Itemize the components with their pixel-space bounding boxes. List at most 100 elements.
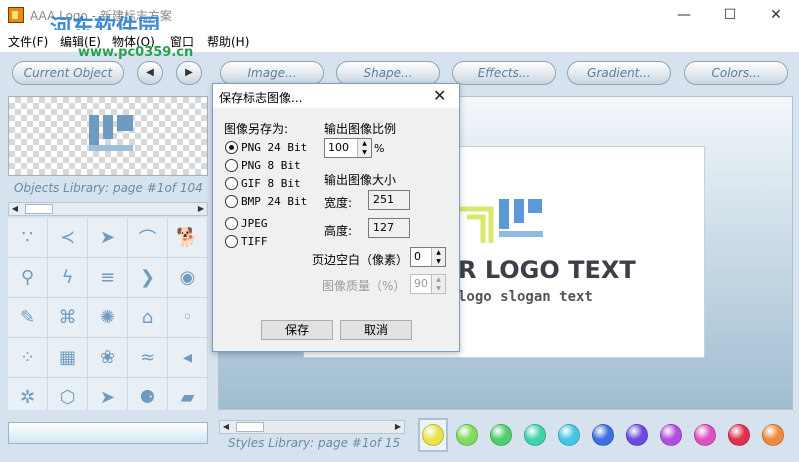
- color-swatch[interactable]: [592, 424, 614, 446]
- scroll-thumb[interactable]: [25, 204, 53, 214]
- app-icon: [8, 7, 24, 23]
- objects-scrollbar[interactable]: ◀ ▶: [8, 202, 208, 216]
- save-as-label: 图像另存为:: [224, 122, 289, 136]
- format-radio-jpeg[interactable]: [225, 217, 238, 230]
- styles-scroll-thumb[interactable]: [236, 422, 264, 432]
- prev-object-button[interactable]: ◀: [137, 61, 163, 85]
- logo-text: R LOGO TEXT: [458, 256, 636, 284]
- close-window-button[interactable]: ✕: [753, 0, 799, 30]
- shape-item[interactable]: ◂: [168, 338, 208, 378]
- ratio-value: 100: [328, 141, 349, 154]
- menu-help[interactable]: 帮助(H): [207, 33, 249, 50]
- image-tab-button[interactable]: Image...: [220, 61, 324, 85]
- color-swatch[interactable]: [762, 424, 784, 446]
- shape-item[interactable]: ⌘: [48, 298, 88, 338]
- ratio-unit: %: [374, 142, 385, 155]
- color-swatch[interactable]: [558, 424, 580, 446]
- next-object-button[interactable]: ▶: [176, 61, 202, 85]
- shape-item[interactable]: 🐕: [168, 218, 208, 258]
- format-radio-png8[interactable]: [225, 159, 238, 172]
- cancel-button[interactable]: 取消: [340, 320, 412, 340]
- format-label: PNG 24 Bit: [241, 141, 308, 154]
- format-label: BMP 24 Bit: [241, 195, 308, 208]
- color-swatch[interactable]: [422, 424, 444, 446]
- format-label: TIFF: [241, 235, 268, 248]
- shape-grid: ∵ ≺ ➤ ⌒ 🐕 ⚲ ϟ ≡ ❯ ◉ ✎ ⌘ ✺ ⌂ ◦ ⁘ ▦ ❀ ≈ ◂ …: [8, 218, 208, 410]
- shape-item[interactable]: ✎: [8, 298, 48, 338]
- color-swatch[interactable]: [456, 424, 478, 446]
- dialog-title-bar: 保存标志图像... ✕: [213, 84, 459, 108]
- shape-item[interactable]: ≡: [88, 258, 128, 298]
- width-field: 251: [368, 190, 410, 210]
- maximize-button[interactable]: ☐: [707, 0, 753, 30]
- width-label: 宽度:: [324, 196, 353, 210]
- color-swatch[interactable]: [524, 424, 546, 446]
- minimize-button[interactable]: —: [661, 0, 707, 30]
- shape-item[interactable]: ⁘: [8, 338, 48, 378]
- shape-item[interactable]: ❯: [128, 258, 168, 298]
- quality-label: 图像质量（%）: [322, 279, 406, 293]
- shape-item[interactable]: ▰: [168, 378, 208, 410]
- color-swatch[interactable]: [694, 424, 716, 446]
- size-label: 输出图像大小: [324, 173, 397, 187]
- shape-item[interactable]: ⌂: [128, 298, 168, 338]
- menu-file[interactable]: 文件(F): [8, 33, 48, 50]
- color-swatch[interactable]: [660, 424, 682, 446]
- effects-tab-button[interactable]: Effects...: [452, 61, 556, 85]
- color-swatch[interactable]: [728, 424, 750, 446]
- objects-library-label: Objects Library: page #1of 104: [14, 181, 203, 195]
- save-button[interactable]: 保存: [261, 320, 333, 340]
- shape-item[interactable]: ➤: [88, 378, 128, 410]
- scroll-right-arrow[interactable]: ▶: [195, 203, 207, 215]
- save-image-dialog: 保存标志图像... ✕ 图像另存为: PNG 24 Bit PNG 8 Bit …: [212, 83, 460, 352]
- margin-label: 页边空白（像素）: [312, 253, 409, 267]
- dialog-close-button[interactable]: ✕: [433, 86, 446, 105]
- colors-tab-button[interactable]: Colors...: [684, 61, 788, 85]
- format-radio-bmp24[interactable]: [225, 195, 238, 208]
- spinner-arrows-icon[interactable]: ▲ ▼: [431, 248, 445, 266]
- current-object-button[interactable]: Current Object: [12, 61, 124, 85]
- shape-tab-button[interactable]: Shape...: [336, 61, 440, 85]
- styles-scroll-left-arrow[interactable]: ◀: [220, 421, 232, 433]
- shape-item[interactable]: ◉: [168, 258, 208, 298]
- title-bar: AAA Logo - 新建标志方案 河东软件园 — ☐ ✕: [0, 0, 799, 41]
- format-label: GIF 8 Bit: [241, 177, 301, 190]
- styles-library-label: Styles Library: page #1of 15: [228, 436, 401, 450]
- shape-item[interactable]: ϟ: [48, 258, 88, 298]
- shape-item[interactable]: ✺: [88, 298, 128, 338]
- color-swatch[interactable]: [490, 424, 512, 446]
- color-swatch[interactable]: [626, 424, 648, 446]
- style-preview: [8, 422, 208, 444]
- format-radio-tiff[interactable]: [225, 235, 238, 248]
- ratio-label: 输出图像比例: [324, 122, 397, 136]
- shape-item[interactable]: ⬡: [48, 378, 88, 410]
- object-preview: [8, 96, 208, 176]
- shape-item[interactable]: ✲: [8, 378, 48, 410]
- spinner-arrows-icon[interactable]: ▲ ▼: [357, 139, 371, 157]
- format-label: JPEG: [241, 217, 268, 230]
- shape-item[interactable]: ⚈: [128, 378, 168, 410]
- format-radio-gif8[interactable]: [225, 177, 238, 190]
- styles-scroll-right-arrow[interactable]: ▶: [392, 421, 404, 433]
- format-radio-png24[interactable]: [225, 141, 238, 154]
- ratio-spinner[interactable]: 100 ▲ ▼: [324, 138, 372, 158]
- styles-scrollbar[interactable]: ◀ ▶: [219, 420, 405, 434]
- dialog-title: 保存标志图像...: [219, 91, 303, 105]
- shape-item[interactable]: ▦: [48, 338, 88, 378]
- shape-item[interactable]: ∵: [8, 218, 48, 258]
- logo-slogan: logo slogan text: [458, 289, 593, 305]
- shape-item[interactable]: ⚲: [8, 258, 48, 298]
- gradient-tab-button[interactable]: Gradient...: [567, 61, 671, 85]
- margin-value: 0: [414, 250, 421, 263]
- spinner-arrows-icon: ▲ ▼: [431, 275, 445, 293]
- shape-item[interactable]: ≺: [48, 218, 88, 258]
- height-label: 高度:: [324, 224, 353, 238]
- scroll-left-arrow[interactable]: ◀: [9, 203, 21, 215]
- shape-item[interactable]: ◦: [168, 298, 208, 338]
- margin-spinner[interactable]: 0 ▲ ▼: [410, 247, 446, 267]
- shape-item[interactable]: ≈: [128, 338, 168, 378]
- shape-item[interactable]: ➤: [88, 218, 128, 258]
- shape-item[interactable]: ⌒: [128, 218, 168, 258]
- shape-item[interactable]: ❀: [88, 338, 128, 378]
- watermark-url: www.pc0359.cn: [78, 45, 194, 60]
